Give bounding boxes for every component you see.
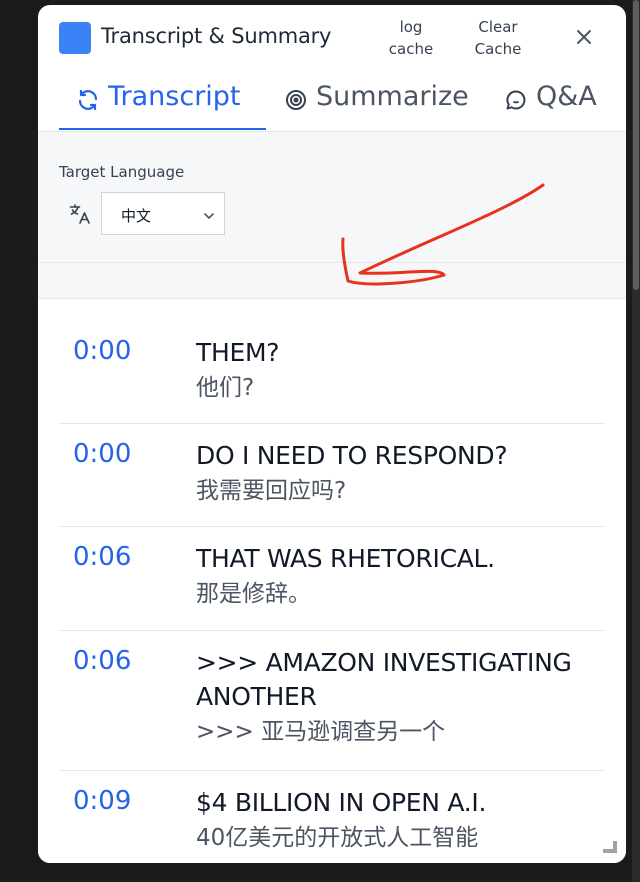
- tab-summarize-label: Summarize: [316, 81, 469, 112]
- tab-transcript[interactable]: Transcript: [76, 81, 241, 129]
- panel-header: Transcript & Summary log cache Clear Cac…: [38, 5, 626, 73]
- chevron-down-icon: [202, 208, 216, 222]
- tab-qa-label: Q&A: [536, 81, 597, 112]
- translated-line: 他们?: [196, 375, 255, 401]
- tab-qa[interactable]: Q&A: [504, 81, 597, 129]
- translated-line: >>> 亚马逊调查另一个: [196, 719, 446, 745]
- close-icon[interactable]: [574, 27, 594, 47]
- window-scrollbar[interactable]: [632, 0, 640, 882]
- tab-summarize[interactable]: Summarize: [284, 81, 469, 129]
- log-cache-button[interactable]: log cache: [378, 16, 444, 60]
- transcript-text: THEM? 他们?: [196, 336, 596, 404]
- selected-language: 中文: [121, 207, 152, 225]
- active-tab-indicator: [59, 128, 266, 130]
- window-scrollbar-thumb[interactable]: [633, 0, 639, 290]
- translated-line: 40亿美元的开放式人工智能: [196, 825, 479, 851]
- refresh-icon: [76, 88, 100, 112]
- target-language-label: Target Language: [59, 163, 185, 181]
- app-title: Transcript & Summary: [101, 24, 332, 48]
- app-logo: [59, 22, 91, 54]
- target-language-select[interactable]: 中文: [101, 192, 225, 235]
- transcript-row[interactable]: 0:00 THEM? 他们?: [59, 299, 605, 424]
- timestamp-link[interactable]: 0:06: [73, 542, 131, 572]
- transcript-text: $4 BILLION IN OPEN A.I. 40亿美元的开放式人工智能: [196, 786, 596, 854]
- tab-bar: Transcript Summarize Q&A: [38, 73, 626, 132]
- transcript-row[interactable]: 0:06 >>> AMAZON INVESTIGATING ANOTHER >>…: [59, 630, 605, 771]
- timestamp-link[interactable]: 0:00: [73, 439, 131, 469]
- resize-handle-icon[interactable]: [601, 838, 619, 856]
- chat-bubble-icon: [504, 88, 528, 112]
- english-line: DO I NEED TO RESPOND?: [196, 441, 508, 470]
- transcript-text: THAT WAS RHETORICAL. 那是修辞。: [196, 542, 596, 610]
- transcript-text: >>> AMAZON INVESTIGATING ANOTHER >>> 亚马逊…: [196, 646, 596, 748]
- settings-section: Target Language 中文: [38, 132, 626, 263]
- timestamp-link[interactable]: 0:00: [73, 336, 131, 366]
- transcript-row[interactable]: 0:06 THAT WAS RHETORICAL. 那是修辞。: [59, 526, 605, 631]
- english-line: THAT WAS RHETORICAL.: [196, 544, 495, 573]
- translated-line: 我需要回应吗?: [196, 478, 347, 504]
- timestamp-link[interactable]: 0:09: [73, 786, 131, 816]
- timestamp-link[interactable]: 0:06: [73, 646, 131, 676]
- transcript-row[interactable]: 0:09 $4 BILLION IN OPEN A.I. 40亿美元的开放式人工…: [59, 770, 605, 863]
- tab-transcript-label: Transcript: [108, 81, 241, 112]
- target-icon: [284, 88, 308, 112]
- transcript-panel: Transcript & Summary log cache Clear Cac…: [38, 5, 626, 863]
- transcript-row[interactable]: 0:00 DO I NEED TO RESPOND? 我需要回应吗?: [59, 423, 605, 527]
- clear-cache-button[interactable]: Clear Cache: [463, 16, 533, 60]
- transcript-text: DO I NEED TO RESPOND? 我需要回应吗?: [196, 439, 596, 507]
- english-line: THEM?: [196, 338, 280, 367]
- translate-icon: [69, 203, 91, 225]
- translated-line: 那是修辞。: [196, 581, 311, 607]
- transcript-list[interactable]: 0:00 THEM? 他们? 0:00 DO I NEED TO RESPOND…: [38, 299, 626, 863]
- english-line: >>> AMAZON INVESTIGATING ANOTHER: [196, 648, 572, 711]
- settings-spacer: [38, 263, 626, 299]
- english-line: $4 BILLION IN OPEN A.I.: [196, 788, 487, 817]
